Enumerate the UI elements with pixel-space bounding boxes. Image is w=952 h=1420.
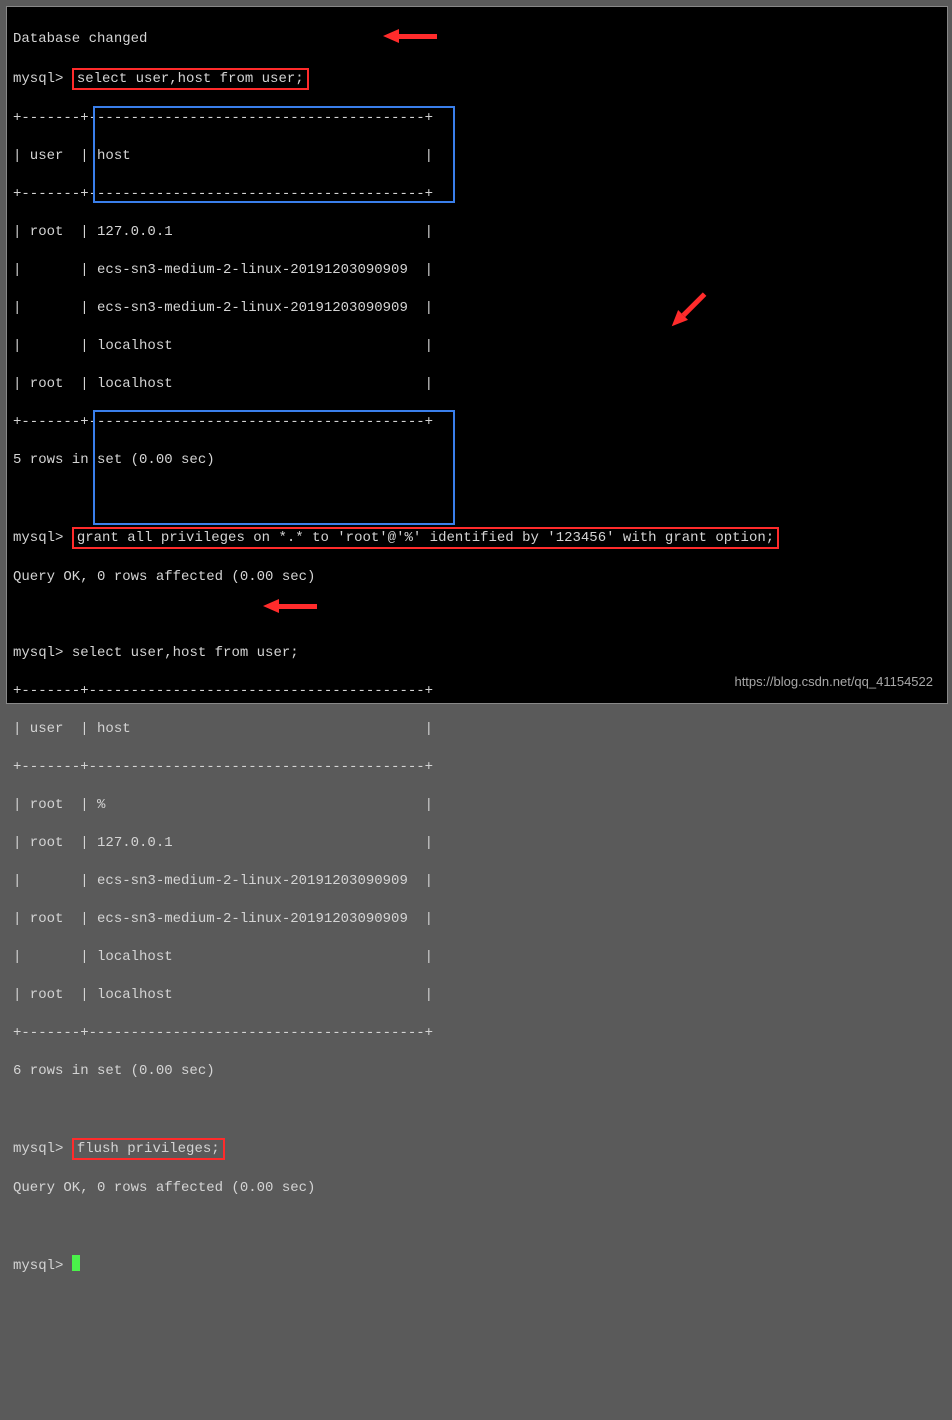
table-row: | root | % | — [13, 796, 941, 815]
terminal-window: Database changed mysql> select user,host… — [6, 6, 948, 704]
table2-header: | user | host | — [13, 720, 941, 739]
cmd1-highlight: select user,host from user; — [72, 68, 309, 90]
table-row: | root | 127.0.0.1 | — [13, 834, 941, 853]
watermark: https://blog.csdn.net/qq_41154522 — [734, 672, 933, 691]
cmd-line-3[interactable]: mysql> select user,host from user; — [13, 644, 941, 663]
table-row: | | ecs-sn3-medium-2-linux-2019120309090… — [13, 299, 941, 318]
prompt: mysql> — [13, 71, 63, 87]
query-ok-2: Query OK, 0 rows affected (0.00 sec) — [13, 1179, 941, 1198]
table2-border-mid: +-------+-------------------------------… — [13, 758, 941, 777]
table1-host-highlight — [93, 106, 455, 203]
query-ok-1: Query OK, 0 rows affected (0.00 sec) — [13, 568, 941, 587]
cmd-line-5[interactable]: mysql> — [13, 1255, 941, 1276]
table-row: | root | localhost | — [13, 375, 941, 394]
table2-host-highlight — [93, 410, 455, 525]
arrow-icon — [263, 599, 317, 613]
prompt: mysql> — [13, 1258, 63, 1274]
table-row: | | localhost | — [13, 948, 941, 967]
cmd4-highlight: flush privileges; — [72, 1138, 225, 1160]
table-row: | | localhost | — [13, 337, 941, 356]
cursor — [72, 1255, 80, 1271]
prompt: mysql> — [13, 645, 63, 661]
arrow-icon — [383, 29, 437, 43]
cmd2-highlight: grant all privileges on *.* to 'root'@'%… — [72, 527, 779, 549]
db-changed-msg: Database changed — [13, 30, 941, 49]
cmd-line-4[interactable]: mysql> flush privileges; — [13, 1138, 941, 1160]
cmd-line-2[interactable]: mysql> grant all privileges on *.* to 'r… — [13, 527, 941, 549]
table2-border-bot: +-------+-------------------------------… — [13, 1024, 941, 1043]
table-row: | root | 127.0.0.1 | — [13, 223, 941, 242]
cmd-line-1[interactable]: mysql> select user,host from user; — [13, 68, 941, 90]
prompt: mysql> — [13, 530, 63, 546]
table2-summary: 6 rows in set (0.00 sec) — [13, 1062, 941, 1081]
table-row: | | ecs-sn3-medium-2-linux-2019120309090… — [13, 872, 941, 891]
prompt: mysql> — [13, 1141, 63, 1157]
table-row: | | ecs-sn3-medium-2-linux-2019120309090… — [13, 261, 941, 280]
table-row: | root | ecs-sn3-medium-2-linux-20191203… — [13, 910, 941, 929]
table-row: | root | localhost | — [13, 986, 941, 1005]
